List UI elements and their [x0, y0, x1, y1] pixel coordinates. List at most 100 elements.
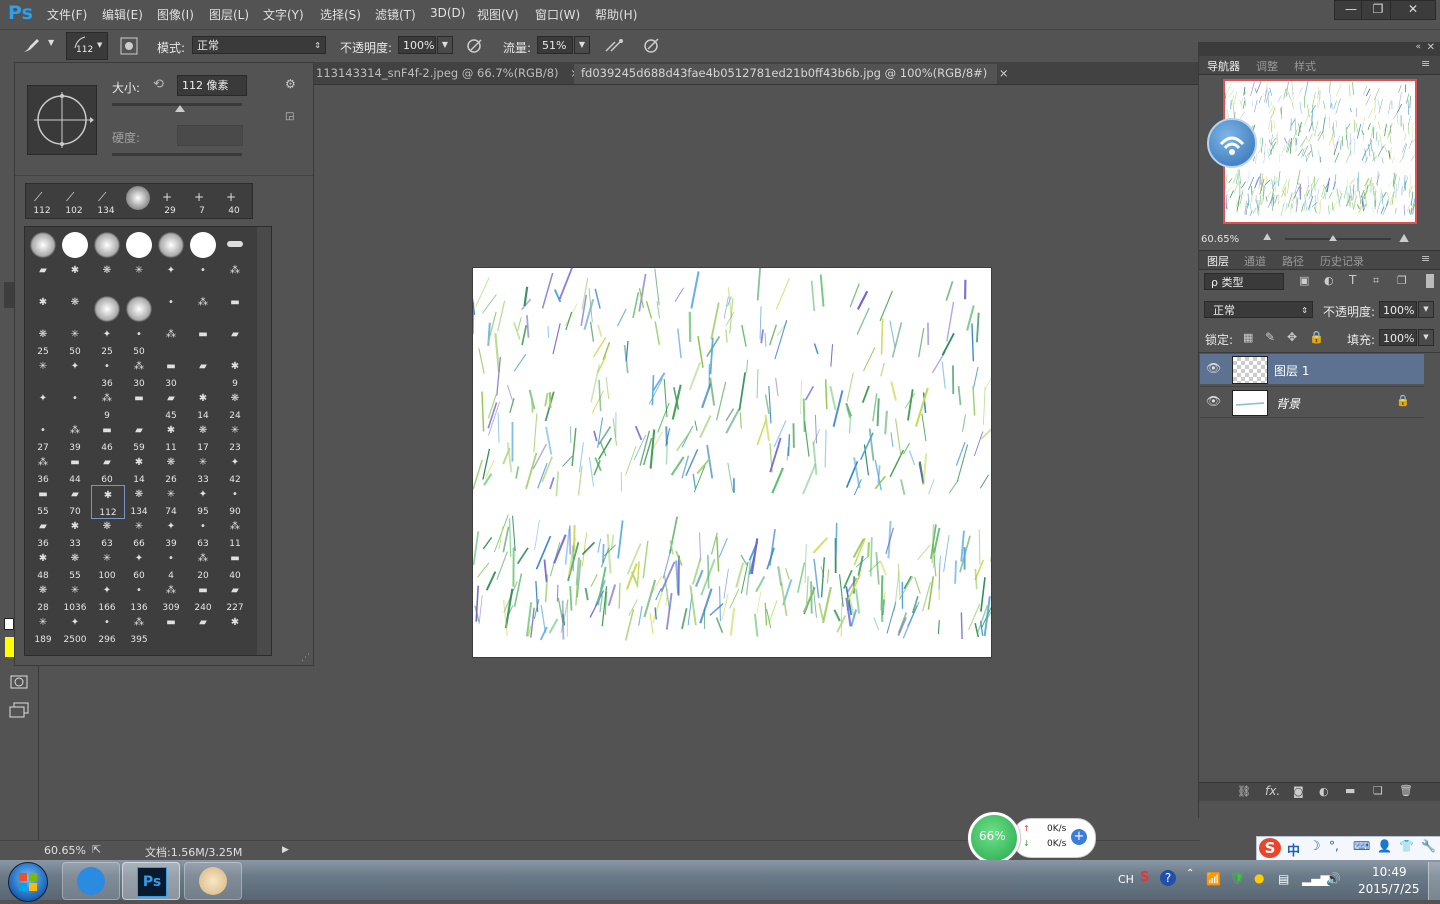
brush-preset[interactable]: ▬44 [59, 453, 91, 485]
brush-preset[interactable]: ✱9 [219, 357, 251, 389]
brush-preset[interactable]: •296 [91, 613, 123, 645]
document-tab-2[interactable]: fd039245d688d43fae4b0512781ed21b0ff43b6b… [574, 64, 997, 84]
brush-preset[interactable]: ✦ [27, 389, 59, 421]
brush-preset[interactable] [123, 293, 155, 325]
brush-preset[interactable]: ✱ [59, 261, 91, 293]
brush-preset[interactable] [59, 229, 91, 261]
pressure-size-icon[interactable] [642, 37, 662, 55]
brush-preset[interactable]: ✳ [27, 357, 59, 389]
menu-image[interactable]: 图像(I) [157, 6, 194, 23]
language-indicator[interactable]: CH [1118, 873, 1134, 886]
brush-preset[interactable]: ✱33 [59, 517, 91, 549]
chevron-down-icon[interactable]: ▼ [48, 38, 54, 47]
close-panel-icon[interactable]: ✕ [1427, 42, 1435, 53]
document-tab-1[interactable]: 113143314_snF4f-2.jpeg @ 66.7%(RGB/8) × [314, 64, 572, 84]
brush-preset[interactable]: ⁂309 [155, 581, 187, 613]
reset-size-icon[interactable]: ⟲ [153, 77, 164, 92]
brush-preset[interactable] [219, 229, 251, 261]
security-tray-icon[interactable]: ● [1254, 871, 1264, 885]
punctuation-icon[interactable]: °, [1329, 839, 1339, 853]
tab-paths[interactable]: 路径 [1282, 253, 1304, 269]
brush-preset[interactable]: ▬30 [155, 357, 187, 389]
brush-preset[interactable]: ⁂395 [123, 613, 155, 645]
tab-history[interactable]: 历史记录 [1320, 253, 1364, 269]
brush-preset[interactable]: ✳ [123, 261, 155, 293]
brush-preset[interactable]: ▰36 [27, 517, 59, 549]
brush-preset[interactable]: ✦39 [155, 517, 187, 549]
lock-all-icon[interactable]: 🔒 [1309, 330, 1324, 344]
brush-preset[interactable]: ✦ [155, 261, 187, 293]
brush-preset[interactable]: ❋24 [219, 389, 251, 421]
tray-expand-icon[interactable]: ⌃ [1186, 868, 1194, 879]
brush-preset[interactable]: ✱14 [187, 389, 219, 421]
taskbar-paint[interactable] [184, 862, 242, 900]
brush-preset[interactable]: ▰ [187, 357, 219, 389]
brush-preset[interactable]: ❋28 [27, 581, 59, 613]
wrench-icon[interactable]: 🔧 [1421, 839, 1436, 853]
layer-opacity-dropdown[interactable]: ▼ [1418, 301, 1434, 318]
brush-preset[interactable] [123, 229, 155, 261]
menu-window[interactable]: 窗口(W) [535, 6, 580, 23]
mode-select[interactable]: 正常 ⇕ [192, 36, 326, 54]
recent-brush-preset[interactable]: ⟋134 [90, 184, 122, 216]
brush-preset[interactable]: ✳1036 [59, 581, 91, 613]
adjustment-layer-icon[interactable]: ◐ [1319, 785, 1329, 798]
link-layers-icon[interactable]: ⛓ [1237, 785, 1251, 798]
layer-opacity-input[interactable]: 100% [1379, 301, 1417, 318]
brush-preset[interactable]: ▬ [123, 389, 155, 421]
tab-layers[interactable]: 图层 [1207, 253, 1229, 269]
help-icon[interactable]: ? [1160, 870, 1176, 886]
tab-navigator[interactable]: 导航器 [1207, 58, 1240, 74]
brush-preset[interactable]: ⁂20 [187, 549, 219, 581]
collapse-icon[interactable]: « [1415, 42, 1421, 52]
brush-preset[interactable]: ▬55 [27, 485, 59, 517]
zoom-slider-thumb[interactable] [1329, 235, 1337, 241]
menu-view[interactable]: 视图(V) [477, 6, 519, 23]
brush-preset[interactable]: ✦166 [91, 581, 123, 613]
close-button[interactable]: ✕ [1390, 0, 1436, 20]
brush-preset[interactable]: ✱14 [123, 453, 155, 485]
brush-preset-picker[interactable]: 112 ▼ [66, 32, 108, 60]
menu-edit[interactable]: 编辑(E) [102, 6, 143, 23]
memory-usage-ball[interactable]: 66% [968, 812, 1020, 864]
brush-preset[interactable]: ✦25 [91, 325, 123, 357]
brush-preset[interactable]: ⁂11 [219, 517, 251, 549]
layer-row-selected[interactable]: 👁 图层 1 [1200, 354, 1424, 384]
navigator-zoom-slider[interactable] [1285, 238, 1391, 240]
brush-panel-toggle-icon[interactable] [120, 37, 138, 55]
recent-brush-preset[interactable]: +29 [154, 184, 186, 216]
brush-preset[interactable]: ▬ [187, 325, 219, 357]
brush-preset[interactable] [91, 293, 123, 325]
clock-time[interactable]: 10:49 [1372, 865, 1407, 879]
brush-preset[interactable]: ✦60 [123, 549, 155, 581]
brush-tool-icon[interactable] [20, 36, 42, 56]
tab-channels[interactable]: 通道 [1244, 253, 1266, 269]
blend-mode-select[interactable]: 正常 ⇕ [1204, 301, 1313, 318]
brush-preset[interactable]: ▰ [187, 613, 219, 645]
brush-preset[interactable]: ▬ [155, 613, 187, 645]
navigator-zoom[interactable]: 60.65% [1201, 234, 1239, 245]
brush-preset[interactable]: •50 [123, 325, 155, 357]
user-icon[interactable]: 👤 [1377, 839, 1392, 853]
foreground-color-swatch[interactable] [5, 637, 14, 657]
sogou-logo-icon[interactable]: S [1259, 838, 1281, 858]
brush-preset[interactable]: •63 [187, 517, 219, 549]
brush-preset[interactable]: ▰227 [219, 581, 251, 613]
recent-brush-preset[interactable]: +40 [218, 184, 250, 216]
brush-preset[interactable]: ✦ [59, 357, 91, 389]
brush-preset[interactable]: ❋ [59, 293, 91, 325]
lock-transparent-icon[interactable]: ▦ [1243, 331, 1253, 344]
brush-preset[interactable]: ▬240 [187, 581, 219, 613]
brush-preset[interactable]: ▰ [219, 325, 251, 357]
tab-styles[interactable]: 样式 [1294, 58, 1316, 74]
new-preset-icon[interactable]: ◲ [285, 111, 294, 122]
zoom-out-icon[interactable]: ⛰ [1263, 232, 1271, 243]
brush-preset[interactable]: ✳33 [187, 453, 219, 485]
wifi-tray-icon[interactable]: 📶 [1206, 872, 1221, 886]
start-button[interactable] [8, 862, 48, 902]
network-speed-widget[interactable]: ↑ ↓ 0K/s 0K/s + [1012, 818, 1096, 858]
brush-preset[interactable]: • [155, 293, 187, 325]
brush-preset[interactable] [187, 229, 219, 261]
recent-brush-preset[interactable] [122, 184, 154, 216]
menu-type[interactable]: 文字(Y) [263, 6, 304, 23]
